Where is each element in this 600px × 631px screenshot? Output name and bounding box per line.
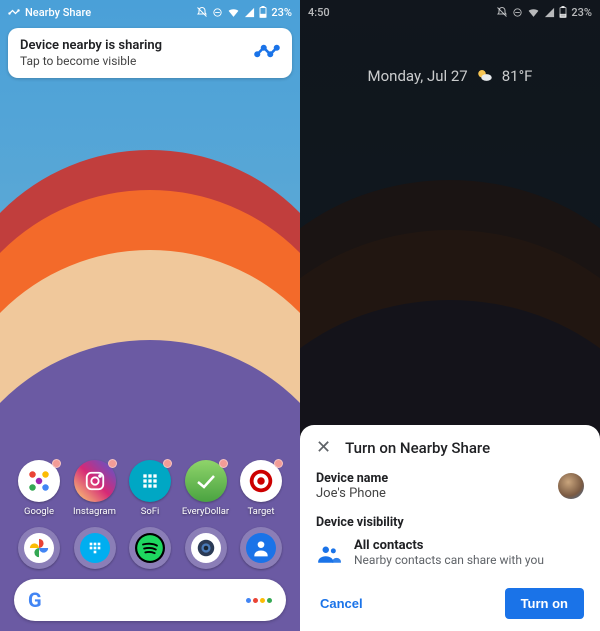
sheet-title: Turn on Nearby Share xyxy=(345,439,584,457)
device-name-label: Device name xyxy=(316,471,558,486)
status-time: 4:50 xyxy=(308,6,330,19)
app-label: Google xyxy=(24,506,54,517)
battery-percent: 23% xyxy=(271,6,292,19)
app-sofi[interactable]: SoFi xyxy=(125,460,175,517)
google-search-bar[interactable]: G xyxy=(14,579,286,621)
circle-icon xyxy=(212,7,223,18)
dnd-icon xyxy=(196,6,208,18)
close-button[interactable]: ✕ xyxy=(316,439,331,457)
app-photos[interactable] xyxy=(14,527,64,569)
signal-icon xyxy=(544,7,555,18)
notification-subtitle: Tap to become visible xyxy=(20,54,254,68)
app-grid: Google Instagram SoFi EveryDollar xyxy=(0,450,300,569)
app-label: SoFi xyxy=(141,506,160,517)
right-phone-sheet: 4:50 23% Monday, Jul 27 81°F ✕ Turn on N… xyxy=(300,0,600,631)
app-label: Instagram xyxy=(73,506,116,517)
app-spotify[interactable] xyxy=(125,527,175,569)
visibility-option-title: All contacts xyxy=(354,538,544,553)
weather-partly-cloudy-icon xyxy=(476,67,494,85)
circle-icon xyxy=(512,7,523,18)
status-bar: Nearby Share 23% xyxy=(0,0,300,22)
battery-icon xyxy=(259,6,267,18)
device-name-value[interactable]: Joe's Phone xyxy=(316,486,558,501)
date-text: Monday, Jul 27 xyxy=(368,67,468,85)
left-phone-home-screen: Nearby Share 23% Device nearby is sharin… xyxy=(0,0,300,631)
nearby-share-notification[interactable]: Device nearby is sharing Tap to become v… xyxy=(8,28,292,78)
app-instagram[interactable]: Instagram xyxy=(70,460,120,517)
turn-on-button[interactable]: Turn on xyxy=(505,588,584,619)
contacts-group-icon xyxy=(316,540,342,570)
wifi-icon xyxy=(527,6,540,19)
nearby-share-icon xyxy=(8,6,20,18)
assistant-icon[interactable] xyxy=(246,598,272,603)
app-everydollar[interactable]: EveryDollar xyxy=(181,460,231,517)
visibility-option[interactable]: All contacts Nearby contacts can share w… xyxy=(316,538,584,570)
app-label: EveryDollar xyxy=(182,506,229,517)
wifi-icon xyxy=(227,6,240,19)
account-avatar[interactable] xyxy=(558,473,584,499)
app-label: Target xyxy=(248,506,275,517)
visibility-option-subtitle: Nearby contacts can share with you xyxy=(354,553,544,567)
status-app-label: Nearby Share xyxy=(25,6,91,19)
app-google[interactable]: Google xyxy=(14,460,64,517)
device-visibility-label: Device visibility xyxy=(316,515,584,530)
google-g-icon: G xyxy=(28,588,41,612)
cancel-button[interactable]: Cancel xyxy=(316,590,367,617)
status-bar: 4:50 23% xyxy=(300,0,600,22)
signal-icon xyxy=(244,7,255,18)
battery-icon xyxy=(559,6,567,18)
app-groupme[interactable] xyxy=(70,527,120,569)
app-contacts[interactable] xyxy=(236,527,286,569)
notification-title: Device nearby is sharing xyxy=(20,38,254,53)
app-camera[interactable] xyxy=(181,527,231,569)
weather-temp: 81°F xyxy=(502,67,533,85)
app-target[interactable]: Target xyxy=(236,460,286,517)
dnd-icon xyxy=(496,6,508,18)
lockscreen-date-weather: Monday, Jul 27 81°F xyxy=(300,67,600,85)
nearby-share-icon xyxy=(254,38,280,68)
nearby-share-setup-sheet: ✕ Turn on Nearby Share Device name Joe's… xyxy=(300,425,600,631)
battery-percent: 23% xyxy=(571,6,592,19)
